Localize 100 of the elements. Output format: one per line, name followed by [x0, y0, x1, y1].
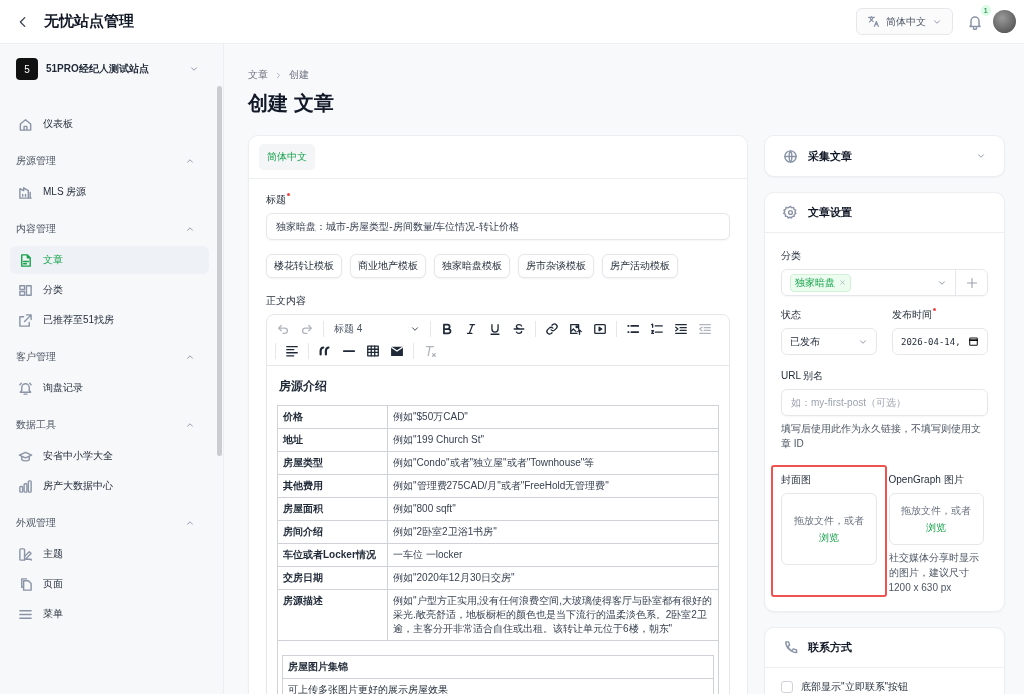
table-cell: 例如"管理费275CAD/月"或者"FreeHold无管理费" — [387, 474, 719, 498]
table-cell: 例如"800 sqft" — [387, 497, 719, 521]
nav-item[interactable]: 已推荐至51找房 — [10, 306, 209, 334]
calendar-icon — [968, 336, 979, 347]
breadcrumb-link[interactable]: 创建 — [289, 68, 309, 82]
card-title: 文章设置 — [808, 205, 853, 220]
template-button[interactable]: 房市杂谈模板 — [518, 254, 594, 278]
breadcrumb-link[interactable]: 文章 — [248, 68, 268, 82]
pages-icon — [18, 576, 33, 592]
table-cell: 例如"户型方正实用,没有任何浪费空间,大玻璃使得客厅与卧室都有很好的采光.敞亮舒适，地板橱柜的颜色也是当下流行的温柔淡色系。2卧室2卫逾，主客分开非常适合自住或出租。该转让单元位于6楼，朝东" — [387, 589, 719, 641]
numbered-list-icon — [650, 322, 664, 336]
site-logo: 5 — [16, 58, 38, 80]
blockquote-icon — [318, 344, 332, 358]
table-cell: 一车位 一locker — [387, 543, 719, 567]
gear-icon — [783, 205, 798, 220]
video-icon — [593, 322, 607, 336]
title-field[interactable]: 独家暗盘：城市-房屋类型-房间数量/车位情况-转让价格 — [266, 213, 730, 240]
nav-item[interactable]: 菜单 — [10, 600, 209, 628]
field-label: OpenGraph 图片 — [888, 473, 965, 487]
checkbox[interactable] — [781, 681, 793, 693]
table-cell: 例如"2020年12月30日交房" — [387, 566, 719, 590]
image-upload-icon — [569, 322, 583, 336]
home-icon — [18, 116, 33, 132]
browse-link[interactable]: 浏览 — [818, 530, 839, 545]
translate-icon — [867, 15, 880, 28]
section-title: 客户管理 — [16, 350, 56, 364]
file-drop-zone[interactable]: 拖放文件，或者 浏览 — [781, 493, 877, 565]
nav-item[interactable]: 分类 — [10, 276, 209, 304]
nav-item[interactable]: MLS 房源 — [10, 178, 209, 206]
help-text: 社交媒体分享时显示的图片，建议尺寸 1200 x 630 px — [888, 551, 980, 595]
bar-chart-icon — [18, 478, 33, 494]
table-cell: 例如"2卧室2卫浴1书房" — [387, 520, 719, 544]
clear-format-icon — [423, 344, 437, 358]
date-field[interactable]: 2026-04-14, — [892, 328, 988, 355]
align-icon — [285, 344, 299, 358]
table-cell: 房屋面积 — [277, 497, 388, 521]
template-button[interactable]: 独家暗盘模板 — [434, 254, 510, 278]
table-cell: 例如"$50万CAD" — [387, 405, 719, 429]
table-cell: 可上传多张图片更好的展示房屋效果 — [282, 678, 714, 694]
table-icon — [366, 344, 380, 358]
table-cell: 其他费用 — [277, 474, 388, 498]
table-cell: 房间介绍 — [277, 520, 388, 544]
page-title: 创建 文章 — [248, 91, 335, 116]
heading-select[interactable]: 标题 4 — [330, 322, 424, 336]
phone-icon — [783, 640, 798, 655]
table-cell: 例如"199 Church St" — [387, 428, 719, 452]
browse-link[interactable]: 浏览 — [926, 520, 947, 535]
table-cell: 车位或者Locker情况 — [277, 543, 388, 567]
palette-icon — [18, 546, 33, 562]
chevron-down-icon — [410, 324, 420, 334]
bullet-list-icon — [626, 322, 640, 336]
language-select[interactable]: 简体中文 — [856, 8, 953, 35]
section-title: 数据工具 — [16, 418, 56, 432]
outdent-icon — [698, 322, 712, 336]
field-label: 发布时间 — [892, 308, 988, 322]
buildings-icon — [18, 184, 33, 200]
chevron-right-icon — [274, 70, 283, 80]
checkbox-label: 底部显示"立即联系"按钮 — [801, 680, 909, 694]
status-select[interactable]: 已发布 — [781, 328, 877, 355]
table-cell: 例如"Condo"或者"独立屋"或者"Townhouse"等 — [387, 451, 719, 475]
field-label: 正文内容 — [266, 294, 307, 308]
template-button[interactable]: 商业地产模板 — [350, 254, 426, 278]
undo-icon — [276, 322, 290, 336]
globe-icon — [783, 148, 798, 164]
email-icon — [390, 344, 404, 358]
nav-item[interactable]: 询盘记录 — [10, 374, 209, 402]
bell-icon — [18, 380, 33, 396]
table-cell: 价格 — [277, 405, 388, 429]
redo-icon — [300, 322, 314, 336]
external-link-icon — [18, 312, 33, 328]
section-title: 房源管理 — [16, 154, 56, 168]
field-label: 标题 — [266, 193, 730, 207]
template-button[interactable]: 楼花转让模板 — [266, 254, 342, 278]
chevron-down-icon — [189, 64, 199, 74]
table-cell: 房屋类型 — [277, 451, 388, 475]
nav-item[interactable]: 页面 — [10, 570, 209, 598]
table-cell: 房屋图片集锦 — [282, 655, 714, 679]
indent-icon — [674, 322, 688, 336]
help-text: 填写后使用此作为永久链接，不填写则使用文章 ID — [781, 422, 982, 451]
url-alias-field[interactable]: 如：my-first-post（可选） — [781, 389, 988, 416]
bell-icon — [967, 13, 983, 30]
underline-icon — [488, 322, 502, 336]
avatar[interactable] — [993, 10, 1016, 33]
template-button[interactable]: 房产活动模板 — [602, 254, 678, 278]
layout-icon — [18, 282, 33, 298]
drop-hint: 拖放文件，或者 — [901, 503, 972, 518]
nav-item[interactable]: 主题 — [10, 540, 209, 568]
link-icon — [545, 322, 559, 336]
scrollbar-thumb[interactable] — [217, 86, 222, 456]
field-label: 状态 — [781, 308, 802, 322]
nav-item[interactable]: 房产大数据中心 — [10, 472, 209, 500]
document-icon — [18, 252, 33, 268]
file-drop-zone[interactable]: 拖放文件，或者 浏览 — [888, 493, 984, 545]
strikethrough-icon — [512, 322, 526, 336]
nav-item[interactable]: 仪表板 — [10, 110, 209, 138]
nav-item[interactable]: 安省中小学大全 — [10, 442, 209, 470]
site-name[interactable]: 51PRO经纪人测试站点 — [46, 62, 181, 76]
field-label: 封面图 — [781, 473, 812, 487]
card-title: 联系方式 — [808, 640, 853, 655]
drop-hint: 拖放文件，或者 — [793, 513, 864, 528]
